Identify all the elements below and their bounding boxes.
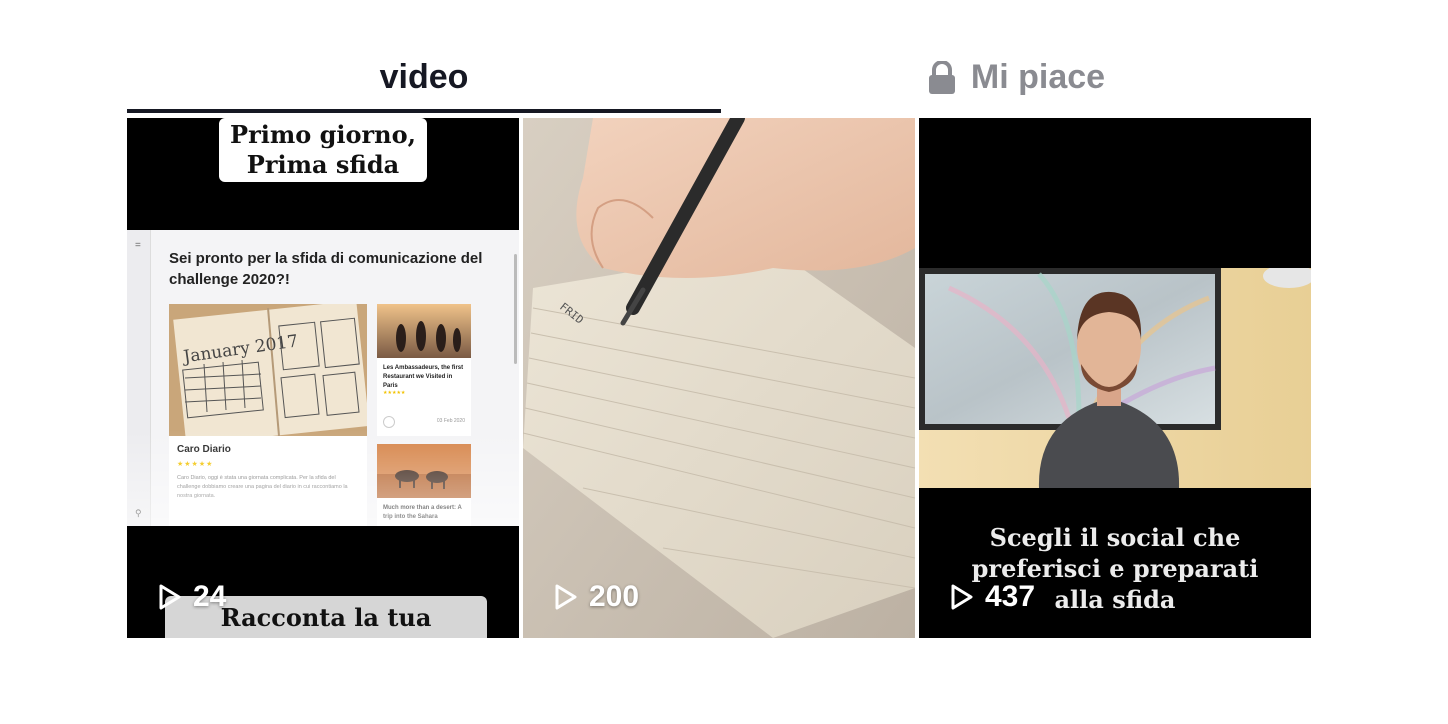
tab-liked-label: Mi piace bbox=[970, 58, 1106, 96]
sidebar: = ⚲ bbox=[127, 230, 151, 526]
side-card-title: Much more than a desert: A trip into the… bbox=[383, 505, 462, 520]
view-count: 24 bbox=[157, 580, 226, 614]
video-caption-top: Primo giorno, Prima sfida bbox=[219, 118, 427, 182]
lock-icon bbox=[928, 60, 955, 94]
view-count: 437 bbox=[949, 580, 1035, 614]
profile-tabs: video Mi piace bbox=[127, 40, 1311, 115]
side-card-title: Les Ambassadeurs, the first Restaurant w… bbox=[383, 365, 464, 389]
blog-card-side-1: Les Ambassadeurs, the first Restaurant w… bbox=[377, 304, 471, 436]
search-icon: ⚲ bbox=[135, 508, 142, 518]
blog-card-side-2: Much more than a desert: A trip into the… bbox=[377, 444, 471, 526]
video-thumbnail-3[interactable]: Scegli il social che preferisci e prepar… bbox=[919, 118, 1311, 638]
video-thumbnail-1[interactable]: Primo giorno, Prima sfida = ⚲ Sei pronto… bbox=[127, 118, 519, 638]
side-card-date: 03 Feb 2020 bbox=[436, 418, 465, 424]
view-count-value: 200 bbox=[589, 580, 640, 613]
tab-liked[interactable]: Mi piace bbox=[721, 40, 1311, 115]
blog-card-text: Caro Diario, oggi è stata una giornata c… bbox=[177, 475, 348, 499]
scrollbar bbox=[514, 254, 517, 364]
view-count-value: 24 bbox=[193, 580, 227, 613]
menu-icon: = bbox=[135, 240, 141, 251]
caption-line: Prima sfida bbox=[246, 150, 400, 179]
caption-line: Primo giorno, bbox=[230, 120, 416, 149]
video-thumbnail-2[interactable]: FRID 200 bbox=[523, 118, 915, 638]
page-heading: Sei pronto per la sfida di comunicazione… bbox=[169, 250, 483, 288]
play-icon bbox=[159, 584, 181, 610]
rating-stars: ★★★★★ bbox=[383, 390, 406, 396]
view-count: 200 bbox=[553, 580, 639, 614]
blog-card-title: Caro Diario bbox=[177, 444, 231, 455]
tab-video[interactable]: video bbox=[127, 40, 721, 115]
view-count-value: 437 bbox=[985, 580, 1036, 613]
webcam-frame bbox=[919, 268, 1311, 488]
play-icon bbox=[555, 584, 577, 610]
rating-stars: ★★★★★ bbox=[177, 461, 214, 468]
handwriting-scene: FRID bbox=[523, 118, 915, 638]
active-tab-indicator bbox=[127, 109, 721, 113]
video-grid: Primo giorno, Prima sfida = ⚲ Sei pronto… bbox=[127, 118, 1311, 638]
avatar bbox=[383, 416, 395, 428]
website-screenshot: = ⚲ Sei pronto per la sfida di comunicaz… bbox=[127, 230, 519, 526]
desert-photo bbox=[377, 444, 471, 498]
play-icon bbox=[951, 584, 973, 610]
blog-card-main: January 2017 Caro Diario ★★★★★ Caro Diar… bbox=[169, 304, 367, 526]
sunset-photo bbox=[377, 304, 471, 358]
journal-photo: January 2017 bbox=[169, 304, 367, 436]
tab-video-label: video bbox=[379, 58, 469, 96]
caption-line: Scegli il social che bbox=[989, 523, 1241, 552]
